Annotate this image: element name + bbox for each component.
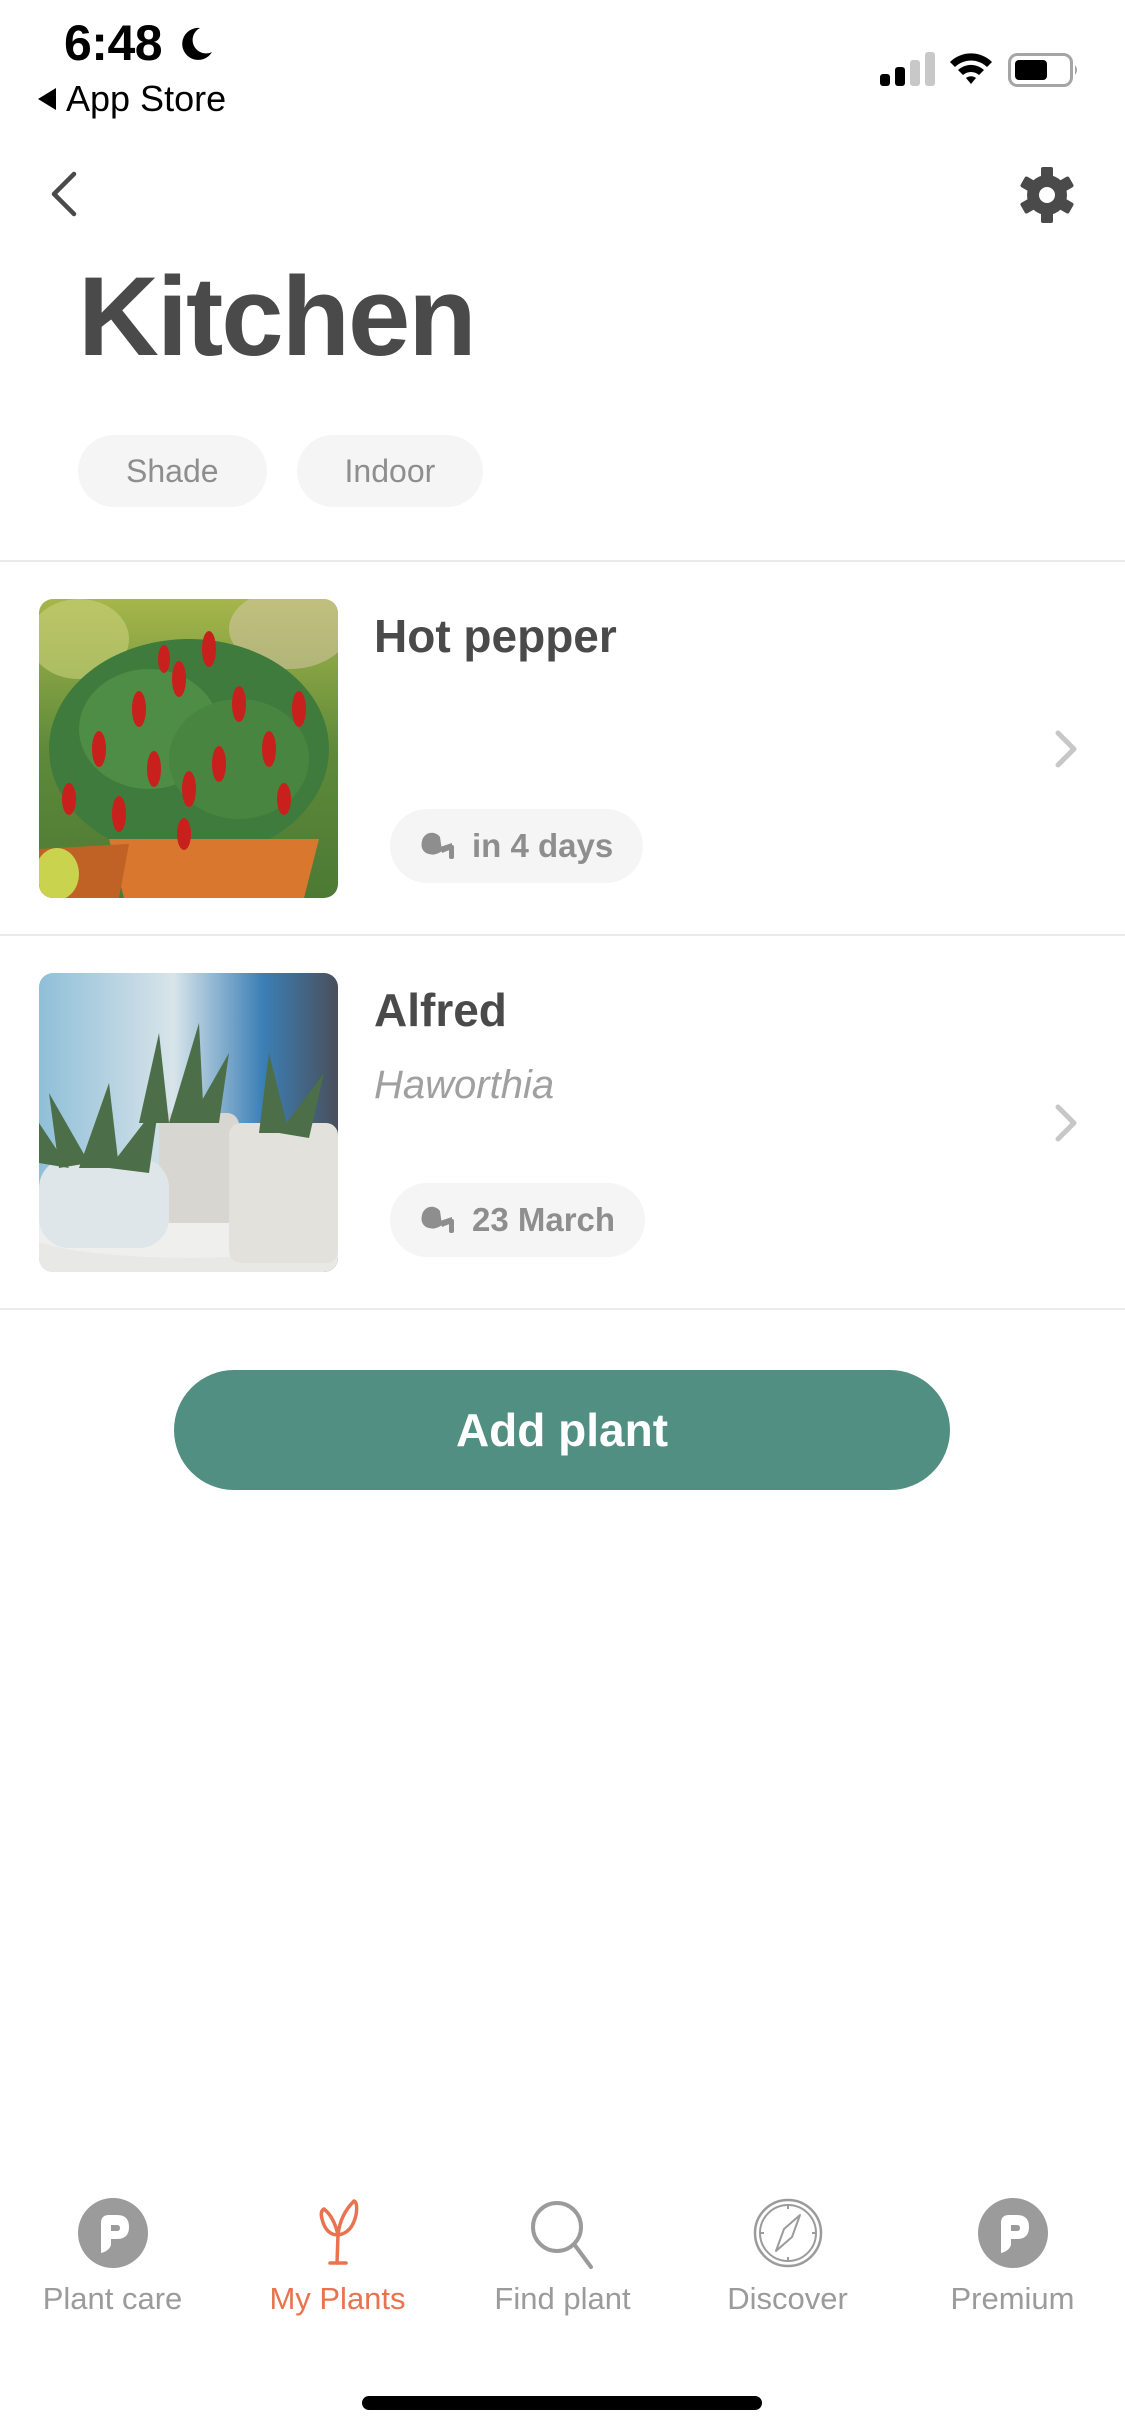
add-plant-button[interactable]: Add plant (174, 1370, 950, 1490)
search-icon (530, 2201, 593, 2269)
home-indicator[interactable] (362, 2396, 762, 2410)
watering-can-icon (421, 1206, 454, 1233)
chevron-right-icon (1055, 1104, 1077, 1142)
tab-label: Discover (727, 2281, 848, 2316)
watering-label: in 4 days (472, 827, 614, 864)
moon-icon (182, 27, 212, 60)
watering-label: 23 March (472, 1201, 616, 1238)
signal-icon (880, 52, 935, 86)
tab-plant-care[interactable]: Plant care (0, 2195, 225, 2335)
tab-label: Premium (950, 2281, 1075, 2316)
plant-name: Alfred (374, 984, 507, 1036)
divider (0, 1308, 1125, 1310)
back-to-app-store[interactable]: App Store (38, 78, 226, 120)
site-tags: Shade Indoor (78, 435, 484, 507)
plant-species: Haworthia (374, 1063, 555, 1107)
chevron-right-icon (1055, 730, 1077, 768)
status-time: 6:48 (64, 15, 163, 71)
back-button[interactable] (44, 166, 84, 222)
tab-label: Find plant (494, 2281, 631, 2316)
watering-badge: in 4 days (390, 809, 644, 883)
tab-discover[interactable]: Discover (675, 2195, 900, 2335)
compass-icon (753, 2198, 822, 2268)
plant-row-hot-pepper[interactable]: Hot pepper in 4 days (0, 599, 1125, 971)
page-title: Kitchen (78, 254, 477, 379)
wifi-icon (950, 53, 992, 84)
divider (0, 934, 1125, 936)
back-app-label: App Store (66, 78, 227, 119)
plant-row-alfred[interactable]: Alfred Haworthia 23 March (0, 973, 1125, 1345)
watering-can-icon (421, 832, 454, 859)
tab-find-plant[interactable]: Find plant (450, 2195, 675, 2335)
planta-logo-icon (77, 2198, 148, 2268)
settings-gear-button[interactable] (1018, 166, 1076, 224)
tab-label: Plant care (42, 2281, 183, 2316)
sprout-icon (319, 2199, 358, 2265)
tab-premium[interactable]: Premium (900, 2195, 1125, 2335)
watering-badge: 23 March (390, 1183, 646, 1257)
tab-my-plants[interactable]: My Plants (225, 2195, 450, 2335)
tab-label: My Plants (269, 2281, 406, 2316)
back-triangle-icon (38, 88, 56, 110)
battery-icon (1008, 53, 1077, 87)
plant-name: Hot pepper (374, 610, 617, 662)
tab-bar: Plant care My Plants Find plant Discover… (0, 2195, 1125, 2335)
planta-logo-icon (977, 2198, 1048, 2268)
divider (0, 560, 1125, 562)
plant-photo (39, 599, 338, 898)
tag-shade[interactable]: Shade (78, 435, 267, 507)
tag-indoor[interactable]: Indoor (296, 435, 484, 507)
plant-photo (39, 973, 338, 1272)
